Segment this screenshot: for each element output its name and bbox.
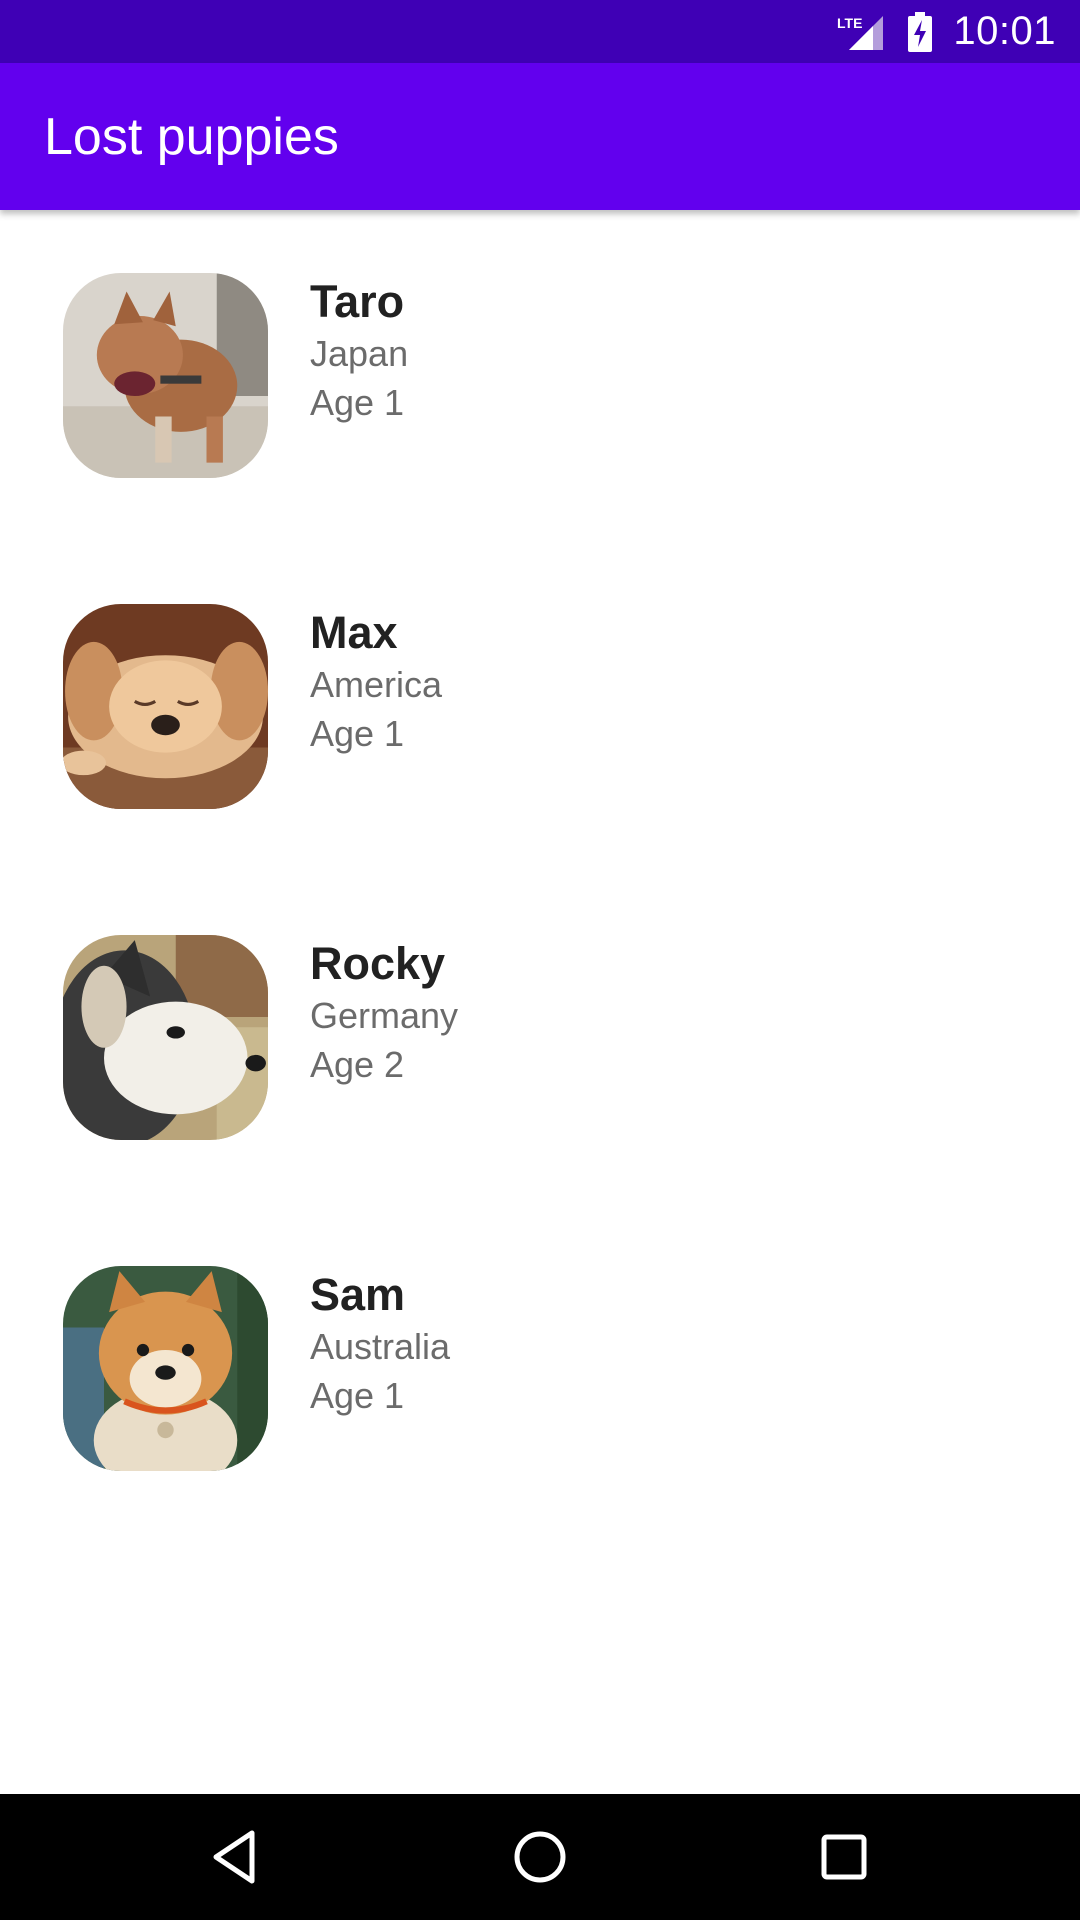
puppy-photo-max <box>63 604 268 809</box>
list-item-taro[interactable]: Taro Japan Age 1 <box>0 210 1080 541</box>
recents-icon[interactable] <box>814 1827 874 1887</box>
puppy-age: Age 1 <box>310 382 405 423</box>
puppy-info-sam: Sam Australia Age 1 <box>310 1268 450 1420</box>
puppy-name: Max <box>310 607 398 658</box>
puppy-country: Germany <box>310 995 459 1036</box>
puppy-name: Taro <box>310 276 405 327</box>
puppy-age: Age 2 <box>310 1044 405 1085</box>
app-title: Lost puppies <box>44 107 339 166</box>
puppy-photo-taro <box>63 273 268 478</box>
puppy-photo-rocky <box>63 935 268 1140</box>
network-label: LTE <box>837 15 862 31</box>
list-item-rocky[interactable]: Rocky Germany Age 2 <box>0 872 1080 1203</box>
app-bar: Lost puppies <box>0 63 1080 210</box>
list-item-max[interactable]: Max America Age 1 <box>0 541 1080 872</box>
lte-signal-icon: LTE <box>837 15 884 50</box>
puppy-country: Australia <box>310 1326 451 1367</box>
puppy-name: Rocky <box>310 938 446 989</box>
puppy-info-rocky: Rocky Germany Age 2 <box>310 937 458 1089</box>
puppy-country: Japan <box>310 333 409 374</box>
puppy-age: Age 1 <box>310 713 405 754</box>
puppy-photo-sam <box>63 1266 268 1471</box>
puppy-name: Sam <box>310 1269 406 1320</box>
navigation-bar <box>0 1794 1080 1920</box>
status-time: 10:01 <box>953 9 1056 53</box>
puppy-info-taro: Taro Japan Age 1 <box>310 275 408 427</box>
status-bar: LTE 10:01 <box>0 0 1080 63</box>
back-icon[interactable] <box>206 1827 266 1887</box>
puppy-age: Age 1 <box>310 1375 405 1416</box>
battery-charging-icon <box>908 11 933 52</box>
puppy-info-max: Max America Age 1 <box>310 606 442 758</box>
list-item-sam[interactable]: Sam Australia Age 1 <box>0 1203 1080 1534</box>
home-icon[interactable] <box>510 1827 570 1887</box>
puppy-country: America <box>310 664 443 705</box>
status-icons: LTE 10:01 <box>837 9 1056 54</box>
